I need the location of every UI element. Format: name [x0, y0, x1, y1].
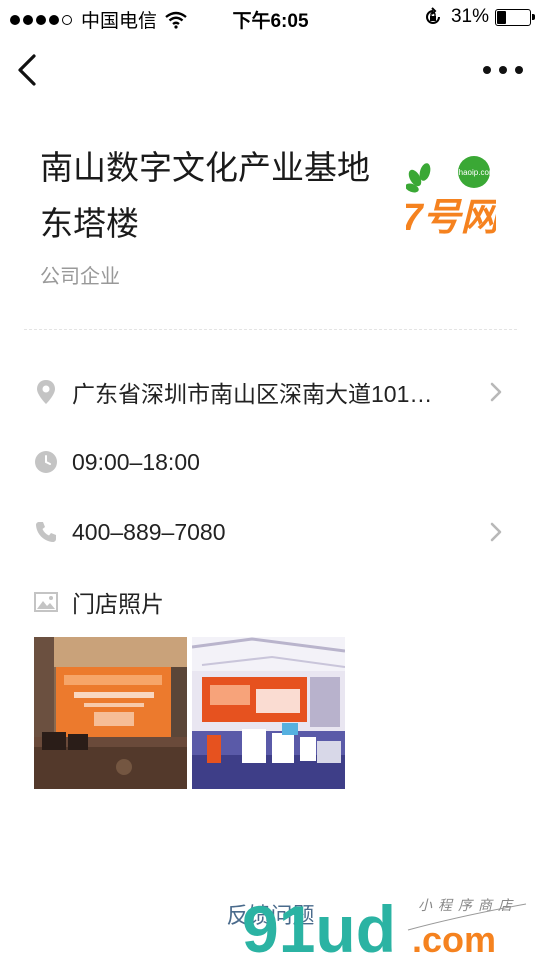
watermark-tagline: 小程序商店	[418, 898, 518, 914]
more-dot	[483, 66, 491, 74]
watermark-suffix: .com	[412, 919, 496, 958]
brand-logo: qihaoip.com 7号网	[401, 150, 504, 240]
chevron-left-icon	[18, 54, 36, 86]
chevron-right-icon	[490, 522, 502, 542]
more-dot	[499, 66, 507, 74]
chevron-right-icon	[490, 382, 502, 402]
hours-text: 09:00–18:00	[72, 448, 200, 475]
place-category: 公司企业	[40, 266, 120, 288]
place-title: 南山数字文化产业基地东塔楼	[40, 149, 370, 242]
battery-icon	[495, 8, 535, 26]
phone-row[interactable]: 400–889–7080	[0, 510, 541, 554]
status-right: 31%	[423, 6, 535, 28]
image-icon	[34, 590, 58, 614]
address-row[interactable]: 广东省深圳市南山区深南大道101…	[0, 370, 541, 414]
more-button[interactable]	[483, 60, 523, 80]
store-photo-2[interactable]	[192, 637, 345, 789]
back-button[interactable]	[12, 50, 48, 90]
logo-domain: qihaoip.com	[452, 168, 495, 177]
store-photo-1[interactable]	[34, 637, 187, 789]
watermark-brand: 91ud	[242, 892, 396, 958]
phone-icon	[34, 520, 58, 544]
photos-label: 门店照片	[72, 591, 164, 617]
logo-text: 7号网	[406, 197, 496, 239]
battery-percent: 31%	[450, 6, 489, 27]
address-text: 广东省深圳市南山区深南大道101…	[72, 381, 433, 407]
phone-text: 400–889–7080	[72, 518, 226, 545]
clock-icon	[34, 450, 58, 474]
rotation-lock-icon	[426, 7, 440, 24]
status-bar: 中国电信 下午6:05 31%	[0, 0, 541, 36]
navigation-bar	[0, 36, 541, 106]
location-pin-icon	[34, 380, 58, 404]
photos-row: 门店照片	[0, 580, 541, 624]
watermark-logo: 91ud .com 小程序商店	[240, 888, 530, 963]
hours-row: 09:00–18:00	[0, 440, 541, 484]
more-dot	[515, 66, 523, 74]
section-divider	[24, 329, 517, 330]
